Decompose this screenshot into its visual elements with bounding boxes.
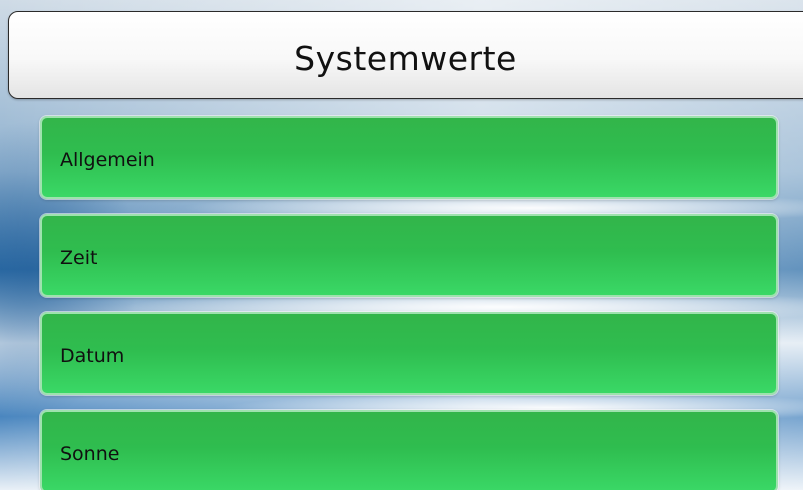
menu-item-label: Datum: [60, 345, 125, 367]
menu-item-label: Sonne: [60, 443, 120, 465]
menu-item-zeit[interactable]: Zeit: [40, 214, 778, 297]
menu-item-datum[interactable]: Datum: [40, 312, 778, 395]
system-values-screen: Systemwerte Allgemein Zeit Datum Sonne: [0, 0, 803, 490]
menu-item-sonne[interactable]: Sonne: [40, 410, 778, 490]
menu-item-label: Allgemein: [60, 149, 155, 171]
page-title: Systemwerte: [294, 39, 517, 78]
menu-list: Allgemein Zeit Datum Sonne: [40, 116, 803, 490]
menu-item-label: Zeit: [60, 247, 98, 269]
menu-item-allgemein[interactable]: Allgemein: [40, 116, 778, 199]
